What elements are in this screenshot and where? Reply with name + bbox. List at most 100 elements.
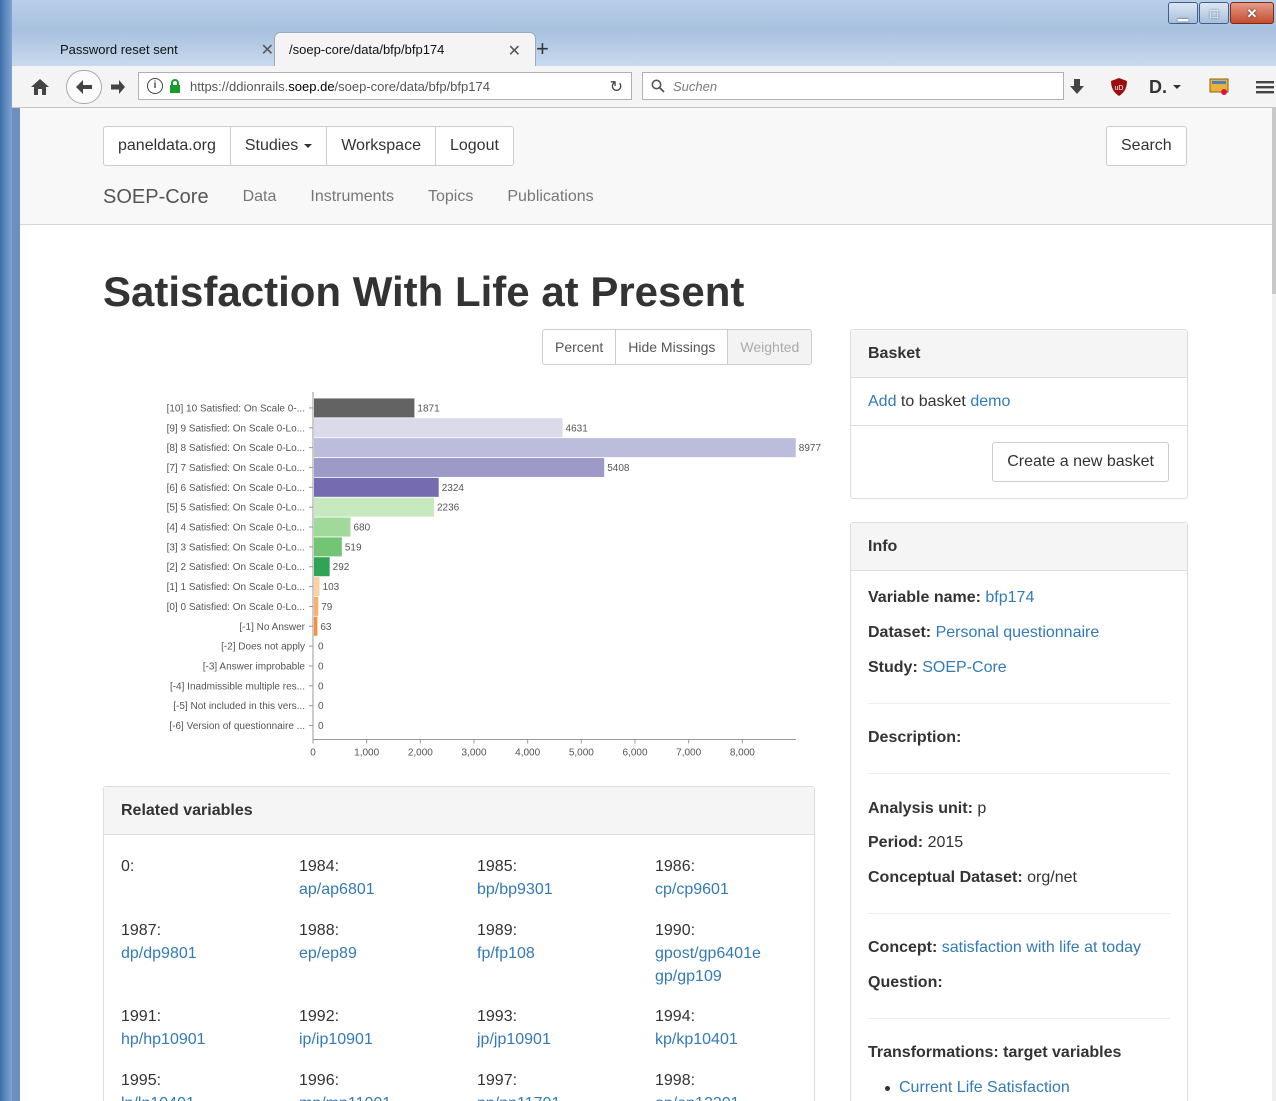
related-year: 1988:: [299, 922, 340, 939]
category-label: [6] 6 Satisfied: On Scale 0-Lo...: [167, 483, 305, 494]
reload-icon[interactable]: ↻: [610, 77, 623, 97]
menu-icon[interactable]: [1254, 76, 1276, 98]
subnav-topics[interactable]: Topics: [428, 188, 473, 206]
related-variable-link[interactable]: dp/dp9801: [121, 942, 299, 965]
back-button[interactable]: [66, 70, 102, 104]
maximize-button[interactable]: □: [1199, 2, 1229, 24]
value-label: 103: [323, 582, 340, 593]
subnav-data[interactable]: Data: [243, 188, 277, 206]
related-variable-link[interactable]: ap/ap6801: [299, 878, 477, 901]
related-year: 1984:: [299, 858, 340, 875]
description-row: Description:: [868, 729, 961, 747]
related-year: 1993:: [477, 1008, 518, 1025]
page-content: paneldata.org Studies Workspace Logout S…: [20, 108, 1276, 1101]
related-variable-link[interactable]: hp/hp10901: [121, 1028, 299, 1051]
analysis-unit-row: Analysis unit: p: [868, 800, 986, 818]
related-year: 1986:: [655, 858, 696, 875]
related-variable-link[interactable]: np/np11701: [477, 1092, 655, 1101]
concept-link[interactable]: satisfaction with life at today: [942, 939, 1141, 956]
search-button[interactable]: Search: [1106, 126, 1187, 166]
variable-label: Variable name:: [868, 589, 981, 606]
info-icon[interactable]: i: [147, 78, 163, 94]
scrollbar-thumb[interactable]: [1272, 108, 1276, 294]
x-tick-label: 1,000: [354, 747, 379, 758]
url-path: /soep-core/data/bfp/bfp174: [334, 78, 490, 94]
category-label: [5] 5 Satisfied: On Scale 0-Lo...: [167, 503, 305, 514]
related-cell: 1997: np/np11701: [477, 1069, 655, 1101]
related-variable-link[interactable]: lp/lp10401: [121, 1092, 299, 1101]
subnav-instruments[interactable]: Instruments: [310, 188, 394, 206]
related-variable-link[interactable]: cp/cp9601: [655, 878, 833, 901]
percent-toggle[interactable]: Percent: [542, 329, 617, 365]
related-cell: 1988: ep/ep89: [299, 919, 477, 965]
bar: [314, 596, 319, 616]
paneldata-button[interactable]: paneldata.org: [103, 126, 231, 166]
related-variable-link[interactable]: ip/ip10901: [299, 1028, 477, 1051]
category-label: [-3] Answer improbable: [203, 661, 306, 672]
conceptual-value: org/net: [1027, 869, 1077, 886]
variable-link[interactable]: bfp174: [985, 589, 1034, 606]
scrollbar[interactable]: [1272, 108, 1276, 1101]
related-variable-link[interactable]: fp/fp108: [477, 942, 655, 965]
dataset-link[interactable]: Personal questionnaire: [936, 624, 1100, 641]
workspace-button[interactable]: Workspace: [326, 126, 436, 166]
basket-panel: Basket Add to basket demo Create a new b…: [850, 329, 1188, 499]
tab-password-reset[interactable]: Password reset sent ✕: [26, 32, 288, 66]
concept-row: Concept: satisfaction with life at today: [868, 939, 1141, 957]
related-variable-link[interactable]: bp/bp9301: [477, 878, 655, 901]
value-label: 63: [320, 622, 332, 633]
value-label: 1871: [417, 403, 440, 414]
dictionary-icon[interactable]: D.: [1146, 76, 1184, 98]
target-variable-link[interactable]: Current Life Satisfaction: [885, 1079, 1070, 1097]
info-heading: Info: [851, 523, 1187, 571]
notes-icon[interactable]: [1208, 76, 1230, 98]
variable-name-row: Variable name: bfp174: [868, 589, 1034, 607]
value-label: 0: [318, 701, 324, 712]
download-icon[interactable]: [1066, 76, 1088, 98]
add-to-basket-link[interactable]: Add: [868, 393, 896, 411]
x-tick-label: 3,000: [461, 747, 486, 758]
study-link[interactable]: SOEP-Core: [922, 659, 1006, 676]
related-variable-link[interactable]: gpost/gp6401e: [655, 942, 833, 965]
url-text: https://ddionrails.soep.de/soep-core/dat…: [190, 79, 490, 94]
tab-close-icon[interactable]: ✕: [508, 41, 521, 61]
category-label: [8] 8 Satisfied: On Scale 0-Lo...: [167, 443, 305, 454]
related-variable-link[interactable]: kp/kp10401: [655, 1028, 833, 1051]
minimize-button[interactable]: ▁: [1168, 2, 1198, 24]
related-cell: 1987: dp/dp9801: [121, 919, 299, 965]
window-controls: ▁ □ ✕: [1167, 2, 1274, 24]
related-year: 1995:: [121, 1072, 162, 1089]
forward-button[interactable]: [106, 75, 130, 99]
related-year: 1997:: [477, 1072, 518, 1089]
related-variable-link[interactable]: op/op12301: [655, 1092, 833, 1101]
related-cell: 1989: fp/fp108: [477, 919, 655, 965]
home-icon[interactable]: [30, 77, 50, 97]
studies-dropdown[interactable]: Studies: [229, 126, 328, 166]
basket-add-row: Add to basket demo: [851, 378, 1187, 426]
tab-bfp174[interactable]: /soep-core/data/bfp/bfp174 ✕: [274, 32, 536, 66]
frequency-chart: [10] 10 Satisfied: On Scale 0-... 1871 [9]…: [167, 392, 821, 758]
x-tick-label: 6,000: [622, 747, 647, 758]
tab-close-icon[interactable]: ✕: [261, 40, 274, 60]
value-label: 292: [333, 562, 350, 573]
value-label: 5408: [607, 463, 630, 474]
related-variable-link[interactable]: gp/gp109: [655, 965, 833, 988]
address-bar[interactable]: i https://ddionrails.soep.de/soep-core/d…: [138, 72, 632, 100]
related-variable-link[interactable]: jp/jp10901: [477, 1028, 655, 1051]
related-year: 1996:: [299, 1072, 340, 1089]
main-nav: paneldata.org Studies Workspace Logout: [103, 126, 514, 166]
new-tab-button[interactable]: +: [536, 36, 549, 62]
hide-missings-toggle[interactable]: Hide Missings: [615, 329, 729, 365]
study-brand[interactable]: SOEP-Core: [103, 186, 209, 209]
maximize-icon: □: [1210, 6, 1218, 21]
close-window-button[interactable]: ✕: [1230, 2, 1274, 24]
related-variable-link[interactable]: ep/ep89: [299, 942, 477, 965]
related-variable-link[interactable]: mp/mp11001: [299, 1092, 477, 1101]
browser-toolbar: i https://ddionrails.soep.de/soep-core/d…: [12, 66, 1276, 108]
search-bar[interactable]: Suchen: [642, 72, 1064, 100]
ublock-icon[interactable]: uD: [1108, 76, 1130, 98]
create-basket-button[interactable]: Create a new basket: [992, 442, 1169, 482]
subnav-publications[interactable]: Publications: [507, 188, 593, 206]
logout-button[interactable]: Logout: [434, 126, 514, 166]
basket-name-link[interactable]: demo: [970, 393, 1010, 411]
